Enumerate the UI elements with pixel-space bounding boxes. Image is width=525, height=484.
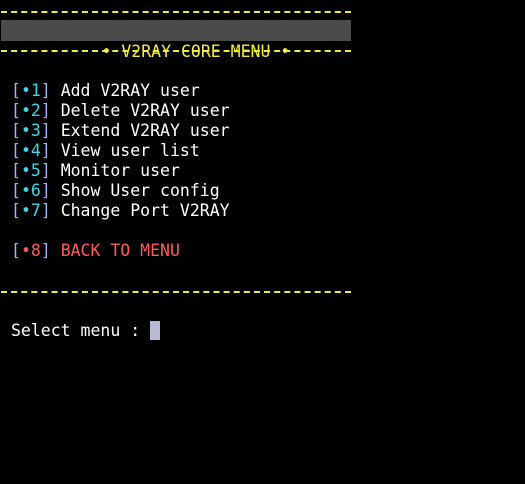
option-label: Delete V2RAY user [60, 101, 230, 120]
option-label: View user list [60, 141, 200, 160]
menu-title-bar: • V2RAY CORE MENU • [1, 20, 351, 61]
menu-option-4[interactable]: [•4] View user list [11, 141, 230, 161]
close-bracket: ] [40, 141, 51, 160]
close-bracket: ] [40, 181, 51, 200]
menu-option-6[interactable]: [•6] Show User config [11, 181, 230, 201]
option-number: •8 [20, 241, 41, 260]
menu-option-7[interactable]: [•7] Change Port V2RAY [11, 201, 230, 221]
bottom-divider [1, 291, 351, 293]
menu-option-3[interactable]: [•3] Extend V2RAY user [11, 121, 230, 141]
open-bracket: [ [11, 161, 21, 180]
top-divider [1, 11, 351, 13]
open-bracket: [ [11, 141, 21, 160]
back-to-menu-label: BACK TO MENU [60, 241, 180, 260]
close-bracket: ] [40, 161, 51, 180]
open-bracket: [ [11, 201, 21, 220]
menu-spacer [11, 221, 230, 241]
option-number: •3 [20, 121, 41, 140]
text-cursor[interactable] [150, 321, 161, 340]
open-bracket: [ [11, 121, 21, 140]
option-number: •7 [20, 201, 41, 220]
option-number: •1 [20, 81, 41, 100]
select-menu-prompt[interactable]: Select menu : [11, 321, 161, 341]
close-bracket: ] [40, 81, 51, 100]
menu-option-1[interactable]: [•1] Add V2RAY user [11, 81, 230, 101]
open-bracket: [ [11, 181, 21, 200]
option-number: •6 [20, 181, 41, 200]
close-bracket: ] [40, 201, 51, 220]
close-bracket: ] [40, 241, 51, 260]
option-label: Extend V2RAY user [60, 121, 230, 140]
menu-list: [•1] Add V2RAY user [•2] Delete V2RAY us… [11, 81, 230, 261]
close-bracket: ] [40, 101, 51, 120]
menu-option-back[interactable]: [•8] BACK TO MENU [11, 241, 230, 261]
menu-option-2[interactable]: [•2] Delete V2RAY user [11, 101, 230, 121]
prompt-text: Select menu : [11, 321, 151, 340]
option-label: Add V2RAY user [60, 81, 200, 100]
terminal-window[interactable]: • V2RAY CORE MENU • [•1] Add V2RAY user … [0, 0, 525, 484]
open-bracket: [ [11, 241, 21, 260]
option-label: Show User config [60, 181, 220, 200]
option-number: •2 [20, 101, 41, 120]
menu-option-5[interactable]: [•5] Monitor user [11, 161, 230, 181]
title-divider [1, 50, 351, 52]
open-bracket: [ [11, 101, 21, 120]
option-label: Change Port V2RAY [60, 201, 230, 220]
option-number: •4 [20, 141, 41, 160]
option-number: •5 [20, 161, 41, 180]
option-label: Monitor user [60, 161, 180, 180]
open-bracket: [ [11, 81, 21, 100]
close-bracket: ] [40, 121, 51, 140]
